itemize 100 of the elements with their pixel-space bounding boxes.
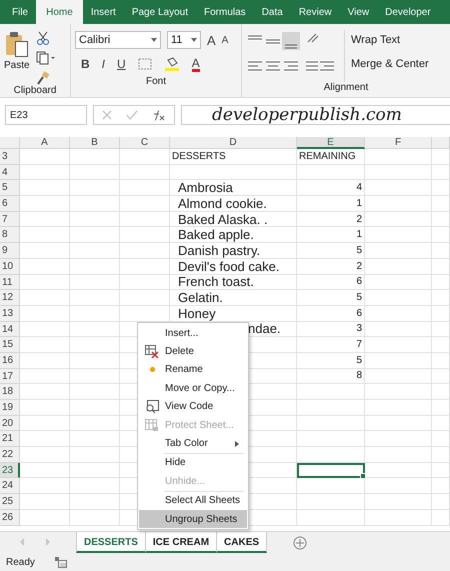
sheet-tab[interactable]: DESSERTS xyxy=(76,532,146,553)
bold-button[interactable]: B xyxy=(81,57,90,71)
menu-item[interactable]: Rename xyxy=(139,360,247,380)
formula-field[interactable]: developerpublish.com xyxy=(181,105,450,125)
underline-button[interactable]: U xyxy=(117,57,126,71)
row-header[interactable]: 5 xyxy=(0,180,20,196)
table-cell xyxy=(432,258,450,274)
table-cell: Almond cookie. xyxy=(170,196,297,212)
ribbon-tab[interactable]: Page Layout xyxy=(124,0,196,24)
caret-icon[interactable] xyxy=(151,38,157,42)
ribbon-tab[interactable]: Home xyxy=(36,0,83,24)
row-header[interactable]: 19 xyxy=(0,400,20,416)
row-header[interactable]: 24 xyxy=(0,478,20,494)
shrink-font-button[interactable]: A xyxy=(222,34,228,46)
table-cell xyxy=(365,494,432,510)
table-cell xyxy=(20,243,70,259)
table-cell xyxy=(432,447,450,463)
ribbon-tab[interactable]: Insert xyxy=(82,0,124,24)
row-header[interactable]: 14 xyxy=(0,322,20,338)
row-header[interactable]: 15 xyxy=(0,337,20,353)
table-cell xyxy=(432,462,450,478)
ribbon-tab[interactable]: Review xyxy=(290,0,340,24)
italic-button[interactable]: I xyxy=(102,57,106,71)
menu-item[interactable]: Tab Color xyxy=(139,434,247,453)
row-header[interactable]: 9 xyxy=(0,243,20,259)
row-header[interactable]: 13 xyxy=(0,306,20,322)
selected-cell[interactable] xyxy=(297,462,365,478)
menu-item[interactable]: Select All Sheets xyxy=(139,492,247,510)
table-cell xyxy=(432,352,450,369)
column-header[interactable]: E xyxy=(297,137,365,149)
row-header[interactable]: 21 xyxy=(0,431,20,448)
row-header[interactable]: 3 xyxy=(0,149,20,165)
menu-item[interactable]: Delete xyxy=(139,342,247,361)
ribbon-tab[interactable]: View xyxy=(340,0,378,24)
group-label: Alignment xyxy=(324,82,368,93)
column-header[interactable]: B xyxy=(70,137,120,149)
table-cell xyxy=(365,196,432,212)
table-cell xyxy=(70,227,120,244)
caret-icon[interactable] xyxy=(191,38,197,42)
ribbon-tab[interactable]: Data xyxy=(254,0,291,24)
row-header[interactable]: 20 xyxy=(0,416,20,432)
fill-color-icon[interactable] xyxy=(164,57,180,71)
row-header[interactable]: 26 xyxy=(0,510,20,526)
table-cell xyxy=(20,227,70,244)
sheet-tab[interactable]: ICE CREAM xyxy=(146,532,218,553)
paste-button[interactable]: Paste xyxy=(4,28,30,85)
merge-center-button[interactable]: Merge & Center xyxy=(351,58,429,70)
row-header[interactable]: 12 xyxy=(0,290,20,306)
row-header[interactable]: 11 xyxy=(0,274,20,290)
table-cell xyxy=(432,478,450,494)
ribbon-tab[interactable]: Formulas xyxy=(196,0,254,24)
table-cell: Ambrosia xyxy=(170,180,297,196)
name-box[interactable]: E23 xyxy=(5,105,87,125)
column-header[interactable]: C xyxy=(120,137,170,149)
font-color-button[interactable]: A xyxy=(192,56,200,72)
row-header[interactable]: 17 xyxy=(0,368,20,384)
borders-icon[interactable] xyxy=(138,58,152,70)
column-header[interactable]: A xyxy=(20,137,70,149)
row-header[interactable]: 4 xyxy=(0,164,20,180)
paintbrush-icon[interactable] xyxy=(36,71,50,85)
scissors-icon[interactable] xyxy=(36,31,50,45)
table-cell xyxy=(297,494,365,510)
sheet-tab[interactable]: CAKES xyxy=(217,532,268,553)
table-cell xyxy=(120,180,170,196)
add-sheet-icon[interactable] xyxy=(293,536,308,550)
row-header[interactable]: 16 xyxy=(0,352,20,369)
fill-handle[interactable] xyxy=(360,473,366,480)
table-cell: 3 xyxy=(297,322,365,338)
grow-font-button[interactable]: A xyxy=(207,32,216,48)
column-header[interactable]: D xyxy=(170,137,297,149)
table-cell xyxy=(20,447,70,463)
row-header[interactable]: 6 xyxy=(0,196,20,212)
row-header[interactable]: 10 xyxy=(0,258,20,274)
table-cell: French toast. xyxy=(170,274,297,290)
menu-item[interactable]: Insert... xyxy=(139,324,247,342)
font-name-field[interactable]: Calibri xyxy=(75,31,161,49)
table-cell xyxy=(120,149,170,165)
table-cell: 6 xyxy=(297,306,365,322)
menu-item[interactable]: Hide xyxy=(139,454,247,472)
table-cell xyxy=(365,368,432,384)
ribbon-tab[interactable]: Developer xyxy=(377,0,439,24)
row-header[interactable]: 22 xyxy=(0,447,20,463)
table-cell xyxy=(297,416,365,432)
row-header[interactable]: 18 xyxy=(0,384,20,400)
table-cell xyxy=(432,384,450,400)
ribbon-tab[interactable]: File xyxy=(4,0,36,24)
menu-item[interactable]: Move or Copy... xyxy=(139,379,247,398)
row-header[interactable]: 25 xyxy=(0,494,20,510)
macro-record-icon[interactable] xyxy=(54,557,67,568)
menu-item[interactable]: View Code xyxy=(139,398,247,416)
wrap-text-button[interactable]: Wrap Text xyxy=(351,34,429,46)
column-header[interactable]: F xyxy=(365,137,432,149)
font-size-field[interactable]: 11 xyxy=(167,31,201,49)
menu-item[interactable]: Ungroup Sheets xyxy=(139,510,247,528)
row-header[interactable]: 23 xyxy=(0,462,20,478)
clipboard-icon xyxy=(4,31,29,57)
row-header[interactable]: 8 xyxy=(0,227,20,244)
group-label: Font xyxy=(146,76,166,87)
copy-icon[interactable] xyxy=(36,51,56,65)
row-header[interactable]: 7 xyxy=(0,212,20,228)
